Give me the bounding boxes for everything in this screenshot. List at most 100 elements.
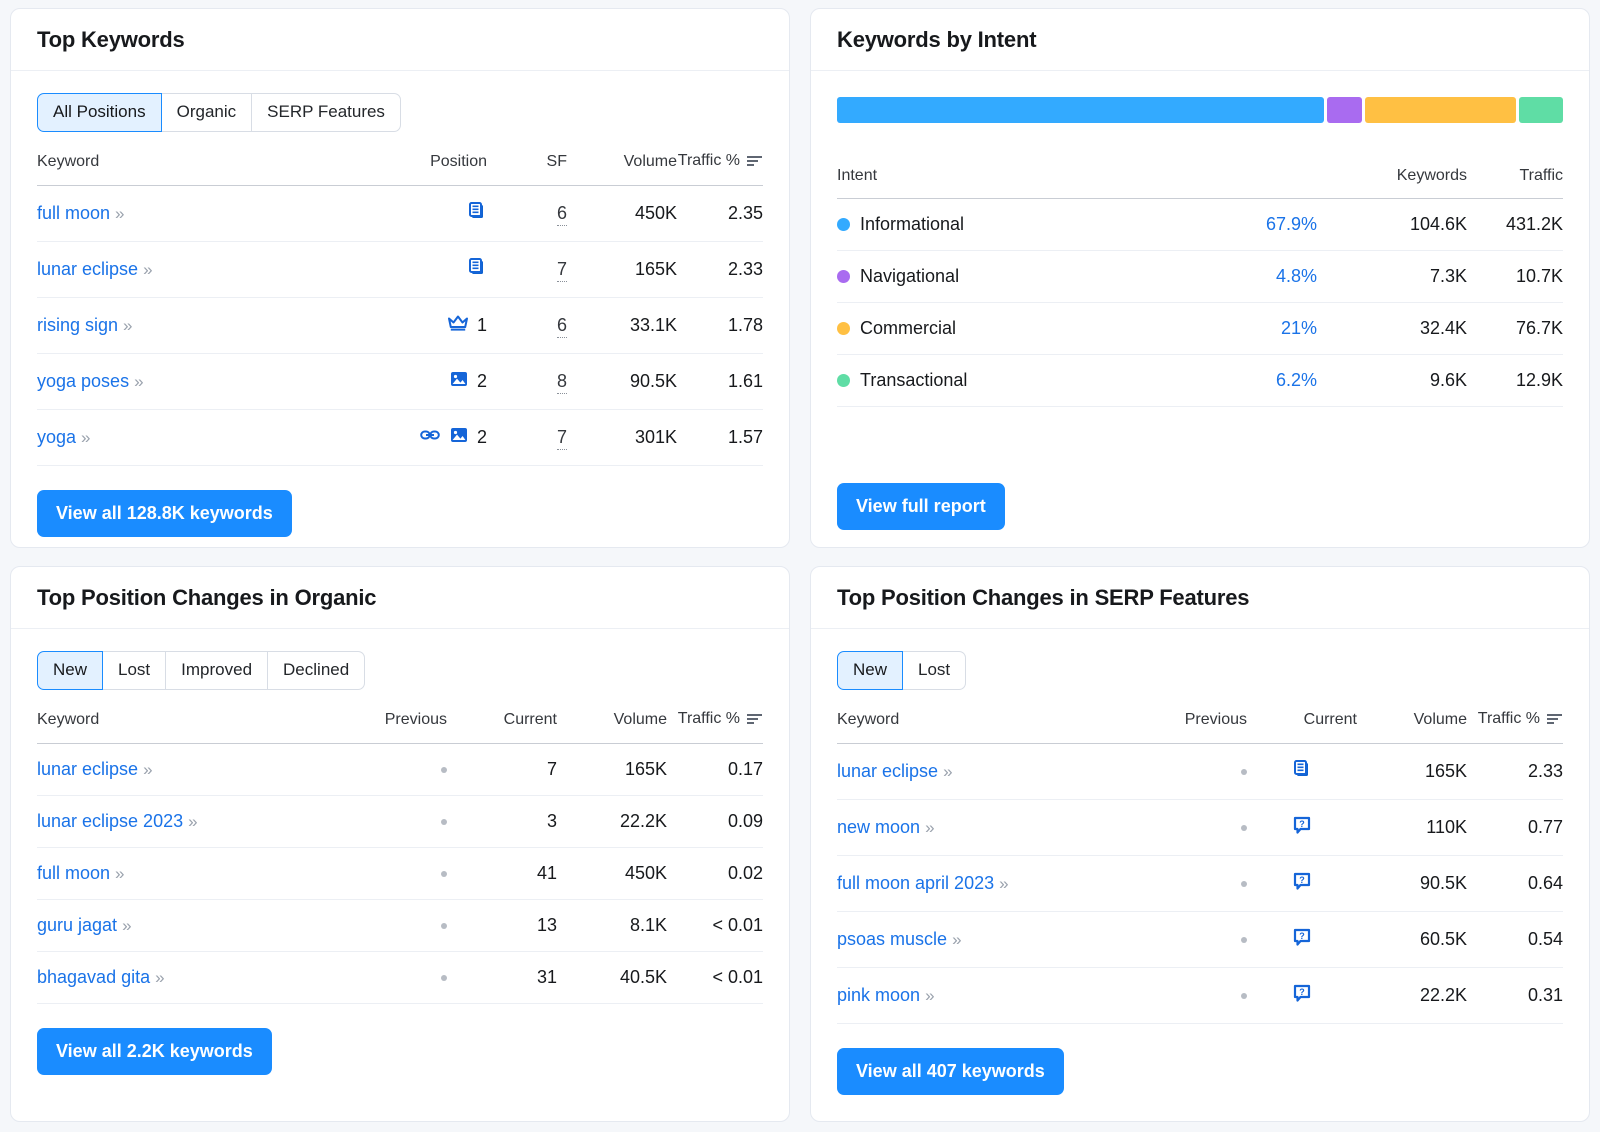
crown-icon[interactable] xyxy=(447,313,469,338)
keyword-link[interactable]: full moon april 2023 xyxy=(837,873,994,893)
intent-percent[interactable]: 4.8% xyxy=(1167,251,1317,303)
sort-descending-icon[interactable] xyxy=(747,712,763,730)
intent-percent[interactable]: 21% xyxy=(1167,303,1317,355)
view-full-report-button[interactable]: View full report xyxy=(837,483,1005,530)
chevron-double-right-icon[interactable]: » xyxy=(122,916,129,935)
tab-improved[interactable]: Improved xyxy=(166,651,268,690)
people-also-ask-icon[interactable]: ? xyxy=(1292,983,1312,1008)
image-pack-icon[interactable] xyxy=(449,369,469,394)
table-row[interactable]: yoga poses» 2 8 90.5K 1.61 xyxy=(37,353,763,409)
people-also-ask-icon[interactable]: ? xyxy=(1292,871,1312,896)
view-all-organic-keywords-button[interactable]: View all 2.2K keywords xyxy=(37,1028,272,1075)
table-row[interactable]: guru jagat» 13 8.1K < 0.01 xyxy=(37,899,763,951)
chevron-double-right-icon[interactable]: » xyxy=(81,428,88,447)
table-row[interactable]: lunar eclipse 2023» 3 22.2K 0.09 xyxy=(37,795,763,847)
table-row[interactable]: lunar eclipse» 165K 2.33 xyxy=(837,743,1563,799)
col-volume: Volume xyxy=(557,704,667,744)
tab-new[interactable]: New xyxy=(837,651,903,690)
featured-snippet-icon[interactable] xyxy=(467,201,487,226)
bar-segment-informational[interactable] xyxy=(837,97,1324,123)
bar-segment-commercial[interactable] xyxy=(1365,97,1516,123)
table-row[interactable]: psoas muscle» ? 60.5K 0.54 xyxy=(837,911,1563,967)
tab-lost[interactable]: Lost xyxy=(103,651,166,690)
keyword-link[interactable]: lunar eclipse 2023 xyxy=(37,811,183,831)
table-row[interactable]: full moon april 2023» ? 90.5K 0.64 xyxy=(837,855,1563,911)
chevron-double-right-icon[interactable]: » xyxy=(115,204,122,223)
traffic-cell: 0.77 xyxy=(1467,799,1563,855)
intent-percent[interactable]: 6.2% xyxy=(1167,355,1317,407)
table-header-row: Keyword Previous Current Volume Traffic … xyxy=(837,704,1563,744)
table-row[interactable]: Commercial 21% 32.4K 76.7K xyxy=(837,303,1563,355)
table-row[interactable]: new moon» ? 110K 0.77 xyxy=(837,799,1563,855)
card-body: New Lost Keyword Previous Current Volume… xyxy=(811,629,1589,1121)
tab-serp-features[interactable]: SERP Features xyxy=(252,93,401,132)
keyword-link[interactable]: full moon xyxy=(37,203,110,223)
table-row[interactable]: lunar eclipse» 7 165K 0.17 xyxy=(37,743,763,795)
tab-organic[interactable]: Organic xyxy=(162,93,253,132)
tab-lost[interactable]: Lost xyxy=(903,651,966,690)
traffic-cell: 2.35 xyxy=(677,185,763,241)
chevron-double-right-icon[interactable]: » xyxy=(943,762,950,781)
table-row[interactable]: Navigational 4.8% 7.3K 10.7K xyxy=(837,251,1563,303)
chevron-double-right-icon[interactable]: » xyxy=(952,930,959,949)
table-row[interactable]: Informational 67.9% 104.6K 431.2K xyxy=(837,199,1563,251)
keyword-link[interactable]: lunar eclipse xyxy=(837,761,938,781)
sitelinks-icon[interactable] xyxy=(419,425,441,450)
keyword-link[interactable]: guru jagat xyxy=(37,915,117,935)
previous-cell xyxy=(327,847,447,899)
sort-descending-icon[interactable] xyxy=(1547,712,1563,730)
current-cell xyxy=(1247,743,1357,799)
chevron-double-right-icon[interactable]: » xyxy=(134,372,141,391)
keyword-link[interactable]: bhagavad gita xyxy=(37,967,150,987)
serp-changes-card: Top Position Changes in SERP Features Ne… xyxy=(810,566,1590,1122)
previous-cell xyxy=(1127,855,1247,911)
people-also-ask-icon[interactable]: ? xyxy=(1292,927,1312,952)
chevron-double-right-icon[interactable]: » xyxy=(143,260,150,279)
table-row[interactable]: pink moon» ? 22.2K 0.31 xyxy=(837,967,1563,1023)
keyword-link[interactable]: lunar eclipse xyxy=(37,259,138,279)
table-row[interactable]: Transactional 6.2% 9.6K 12.9K xyxy=(837,355,1563,407)
view-all-keywords-button[interactable]: View all 128.8K keywords xyxy=(37,490,292,537)
table-row[interactable]: yoga» 2 7 301K 1.57 xyxy=(37,409,763,465)
table-row[interactable]: rising sign» 1 6 33.1K 1.78 xyxy=(37,297,763,353)
position-cell xyxy=(347,241,487,297)
table-row[interactable]: full moon» 41 450K 0.02 xyxy=(37,847,763,899)
tab-all-positions[interactable]: All Positions xyxy=(37,93,162,132)
chevron-double-right-icon[interactable]: » xyxy=(143,760,150,779)
keyword-link[interactable]: new moon xyxy=(837,817,920,837)
chevron-double-right-icon[interactable]: » xyxy=(115,864,122,883)
card-header: Top Position Changes in Organic xyxy=(11,567,789,629)
volume-cell: 22.2K xyxy=(557,795,667,847)
intent-label: Informational xyxy=(860,214,964,234)
bar-segment-navigational[interactable] xyxy=(1327,97,1361,123)
table-row[interactable]: lunar eclipse» 7 165K 2.33 xyxy=(37,241,763,297)
intent-percent[interactable]: 67.9% xyxy=(1167,199,1317,251)
keyword-link[interactable]: pink moon xyxy=(837,985,920,1005)
sort-descending-icon[interactable] xyxy=(747,154,763,172)
chevron-double-right-icon[interactable]: » xyxy=(123,316,130,335)
chevron-double-right-icon[interactable]: » xyxy=(155,968,162,987)
table-row[interactable]: bhagavad gita» 31 40.5K < 0.01 xyxy=(37,951,763,1003)
tab-new[interactable]: New xyxy=(37,651,103,690)
image-pack-icon[interactable] xyxy=(449,425,469,450)
table-row[interactable]: full moon» 6 450K 2.35 xyxy=(37,185,763,241)
chevron-double-right-icon[interactable]: » xyxy=(188,812,195,831)
keyword-link[interactable]: rising sign xyxy=(37,315,118,335)
chevron-double-right-icon[interactable]: » xyxy=(999,874,1006,893)
keyword-link[interactable]: full moon xyxy=(37,863,110,883)
featured-snippet-icon[interactable] xyxy=(467,257,487,282)
keyword-link[interactable]: yoga xyxy=(37,427,76,447)
bar-segment-transactional[interactable] xyxy=(1519,97,1564,123)
chevron-double-right-icon[interactable]: » xyxy=(925,986,932,1005)
keyword-link[interactable]: lunar eclipse xyxy=(37,759,138,779)
view-all-serp-keywords-button[interactable]: View all 407 keywords xyxy=(837,1048,1064,1095)
keyword-link[interactable]: yoga poses xyxy=(37,371,129,391)
tab-declined[interactable]: Declined xyxy=(268,651,365,690)
keyword-cell: lunar eclipse » xyxy=(837,743,1127,799)
keyword-cell: bhagavad gita » xyxy=(37,951,327,1003)
featured-snippet-icon[interactable] xyxy=(1292,759,1312,784)
chevron-double-right-icon[interactable]: » xyxy=(925,818,932,837)
spacer xyxy=(37,537,763,547)
keyword-link[interactable]: psoas muscle xyxy=(837,929,947,949)
people-also-ask-icon[interactable]: ? xyxy=(1292,815,1312,840)
